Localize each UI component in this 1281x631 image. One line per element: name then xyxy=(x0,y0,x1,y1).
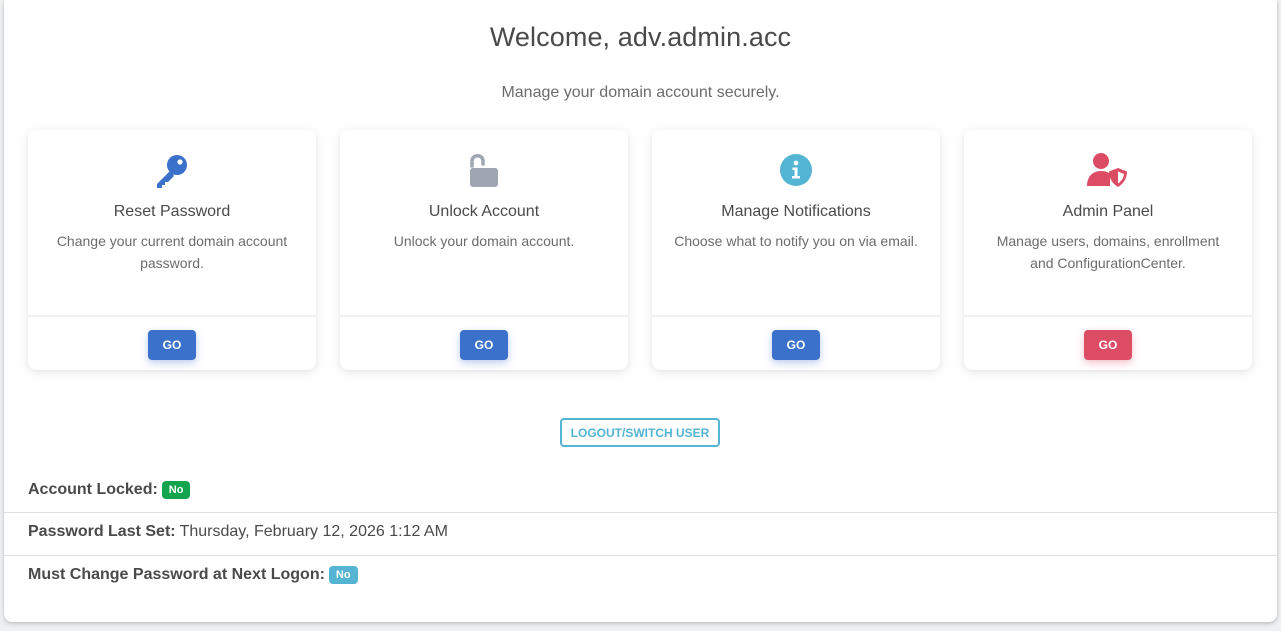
divider xyxy=(4,512,1277,513)
card-description: Manage users, domains, enrollment and Co… xyxy=(996,233,1220,271)
card-footer: GO xyxy=(964,315,1252,370)
account-locked-badge: No xyxy=(161,481,191,499)
card-unlock-account: Unlock Account Unlock your domain accoun… xyxy=(340,130,628,370)
key-icon xyxy=(28,152,316,190)
card-description: Change your current domain account passw… xyxy=(56,233,288,271)
page-subtitle: Manage your domain account securely. xyxy=(501,84,780,101)
card-footer: GO xyxy=(28,315,316,370)
unlock-icon xyxy=(340,152,628,190)
card-title: Unlock Account xyxy=(428,203,540,220)
card-description: Choose what to notify you on via email. xyxy=(674,233,918,249)
card-title: Admin Panel xyxy=(1062,203,1154,220)
password-last-set-row: Password Last Set: Thursday, February 12… xyxy=(4,523,1277,541)
account-locked-label: Account Locked: xyxy=(28,481,158,498)
card-reset-password: Reset Password Change your current domai… xyxy=(28,130,316,370)
password-last-set-value: Thursday, February 12, 2026 1:12 AM xyxy=(179,523,448,540)
card-title: Reset Password xyxy=(113,203,231,220)
user-shield-icon xyxy=(964,152,1252,190)
card-description: Unlock your domain account. xyxy=(393,233,575,249)
card-admin-panel: Admin Panel Manage users, domains, enrol… xyxy=(964,130,1252,370)
main-panel: Welcome, adv.admin.acc Manage your domai… xyxy=(4,0,1277,622)
info-icon xyxy=(652,152,940,190)
divider xyxy=(4,555,1277,556)
must-change-password-badge: No xyxy=(328,566,358,584)
card-manage-notifications: Manage Notifications Choose what to noti… xyxy=(652,130,940,370)
must-change-password-label: Must Change Password at Next Logon: xyxy=(28,566,325,583)
manage-notifications-go-button[interactable]: GO xyxy=(772,330,820,360)
unlock-account-go-button[interactable]: GO xyxy=(460,330,508,360)
logout-switch-user-button[interactable]: LOGOUT/SWITCH USER xyxy=(560,418,720,447)
reset-password-go-button[interactable]: GO xyxy=(148,330,196,360)
account-locked-row: Account Locked: No xyxy=(4,481,1277,499)
card-footer: GO xyxy=(340,315,628,370)
card-footer: GO xyxy=(652,315,940,370)
page-title: Welcome, adv.admin.acc xyxy=(489,22,792,52)
card-title: Manage Notifications xyxy=(721,203,871,220)
password-last-set-label: Password Last Set: xyxy=(28,523,176,540)
must-change-password-row: Must Change Password at Next Logon: No xyxy=(4,566,1277,584)
admin-panel-go-button[interactable]: GO xyxy=(1084,330,1132,360)
